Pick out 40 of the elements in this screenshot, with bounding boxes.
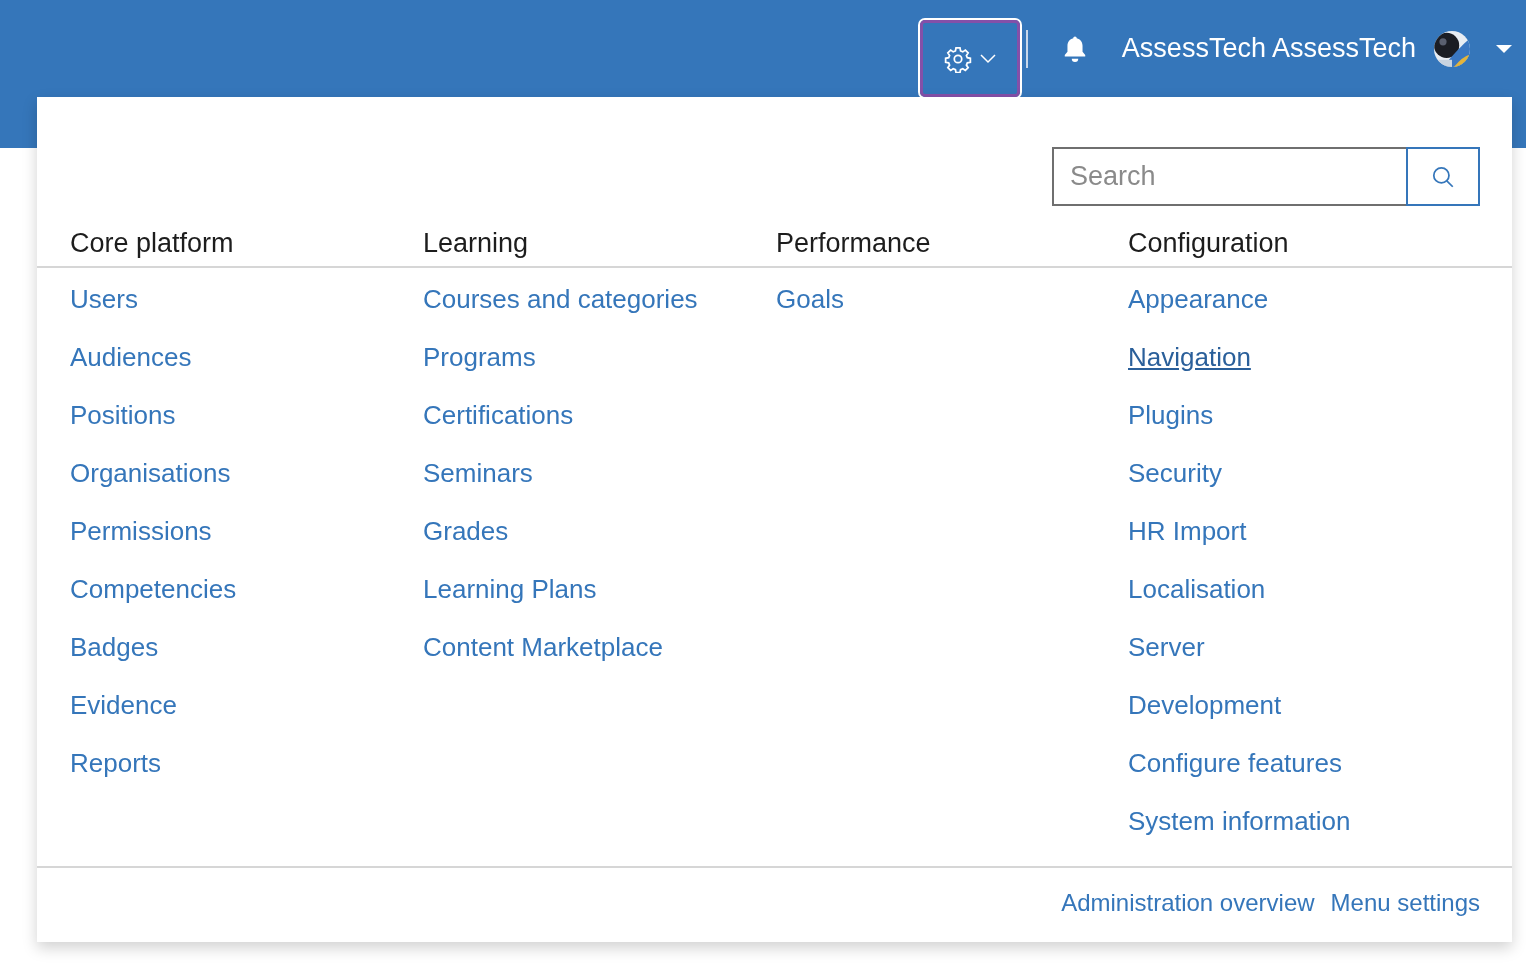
user-menu-button[interactable]: AssessTech AssessTech bbox=[1121, 30, 1512, 67]
menu-link[interactable]: Badges bbox=[70, 628, 159, 666]
footer-link[interactable]: Menu settings bbox=[1330, 886, 1480, 920]
menu-link[interactable]: Security bbox=[1128, 454, 1222, 492]
settings-icon bbox=[943, 44, 972, 73]
menu-link[interactable]: Permissions bbox=[70, 512, 212, 550]
menu-link[interactable]: Programs bbox=[423, 338, 536, 376]
menu-link[interactable]: Audiences bbox=[70, 338, 192, 376]
search-field[interactable]: Search bbox=[1052, 147, 1406, 206]
column-heading: Learning bbox=[423, 227, 529, 260]
caret-icon bbox=[1496, 43, 1512, 54]
footer-link[interactable]: Administration overview bbox=[1061, 886, 1315, 920]
menu-link[interactable]: Configure features bbox=[1128, 744, 1342, 782]
menu-link[interactable]: Content Marketplace bbox=[423, 628, 663, 666]
column-heading: Core platform bbox=[70, 227, 234, 260]
menu-link[interactable]: Reports bbox=[70, 744, 162, 782]
menu-link[interactable]: Development bbox=[1128, 686, 1282, 724]
menu-link[interactable]: System information bbox=[1128, 802, 1351, 840]
menu-link[interactable]: Plugins bbox=[1128, 396, 1214, 434]
column-heading: Configuration bbox=[1128, 227, 1289, 260]
menu-link[interactable]: Appearance bbox=[1128, 280, 1269, 318]
menu-link[interactable]: HR Import bbox=[1128, 512, 1247, 550]
menu-link[interactable]: Server bbox=[1128, 628, 1205, 666]
menu-link[interactable]: Evidence bbox=[70, 686, 177, 724]
menu-link[interactable]: Learning Plans bbox=[423, 570, 597, 608]
menu-link[interactable]: Localisation bbox=[1128, 570, 1266, 608]
menu-link[interactable]: Goals bbox=[776, 280, 844, 318]
menu-link[interactable]: Grades bbox=[423, 512, 509, 550]
menu-link[interactable]: Certifications bbox=[423, 396, 574, 434]
menu-link[interactable]: Users bbox=[70, 280, 138, 318]
settings-button[interactable] bbox=[919, 20, 1020, 97]
search-button[interactable] bbox=[1406, 147, 1480, 206]
chevron-icon bbox=[979, 53, 996, 64]
menu-link[interactable]: Seminars bbox=[423, 454, 533, 492]
menu-link[interactable]: Positions bbox=[70, 396, 176, 434]
menu-link[interactable]: Organisations bbox=[70, 454, 231, 492]
menu-link[interactable]: Competencies bbox=[70, 570, 237, 608]
menu-link[interactable]: Navigation bbox=[1128, 338, 1251, 376]
column-heading: Performance bbox=[776, 227, 931, 260]
menu-link[interactable]: Courses and categories bbox=[423, 280, 698, 318]
